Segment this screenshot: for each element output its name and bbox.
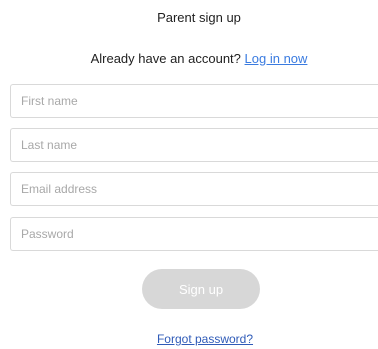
first-name-field[interactable]: [10, 84, 378, 118]
page-title: Parent sign up: [157, 10, 241, 25]
login-prompt-row: Already have an account? Log in now: [0, 51, 378, 66]
forgot-password-link[interactable]: Forgot password?: [157, 332, 253, 346]
login-prompt-text: Already have an account?: [90, 51, 241, 66]
sign-up-button[interactable]: Sign up: [142, 269, 260, 309]
email-field[interactable]: [10, 172, 378, 206]
last-name-field[interactable]: [10, 128, 378, 162]
login-link[interactable]: Log in now: [245, 51, 308, 66]
password-field[interactable]: [10, 217, 378, 251]
forgot-password-row: Forgot password?: [0, 332, 378, 346]
